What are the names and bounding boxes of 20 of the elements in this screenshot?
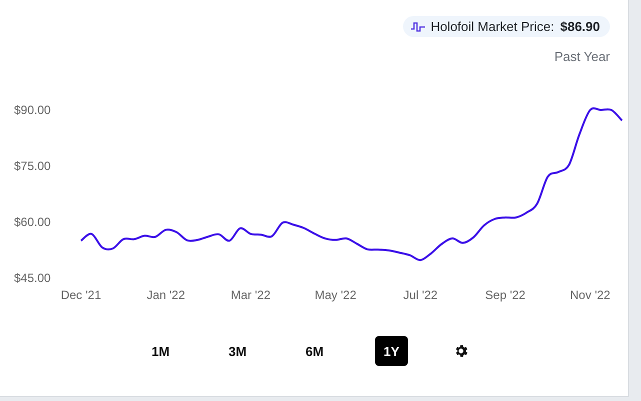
x-axis-label: Mar '22 (230, 288, 271, 302)
y-axis-label: $60.00 (14, 215, 51, 229)
price-label: Holofoil Market Price: (430, 19, 554, 34)
x-axis-label: Jul '22 (403, 288, 438, 302)
x-axis-label: Sep '22 (485, 288, 526, 302)
y-axis-label: $90.00 (14, 103, 51, 117)
range-button[interactable]: 1M (144, 336, 177, 366)
x-axis-label: May '22 (314, 288, 356, 302)
y-axis-label: $45.00 (14, 271, 51, 285)
range-button[interactable]: 3M (221, 336, 254, 366)
range-button[interactable]: 6M (298, 336, 331, 366)
x-axis-label: Nov '22 (570, 288, 610, 302)
period-label: Past Year (554, 49, 610, 64)
price-value: $86.90 (560, 19, 600, 34)
wave-icon (410, 20, 425, 32)
y-axis-label: $75.00 (14, 159, 51, 173)
x-axis-label: Jan '22 (146, 288, 186, 302)
settings-icon (453, 343, 469, 359)
x-axis-label: Dec '21 (60, 288, 102, 302)
range-button[interactable]: 1Y (375, 336, 408, 366)
